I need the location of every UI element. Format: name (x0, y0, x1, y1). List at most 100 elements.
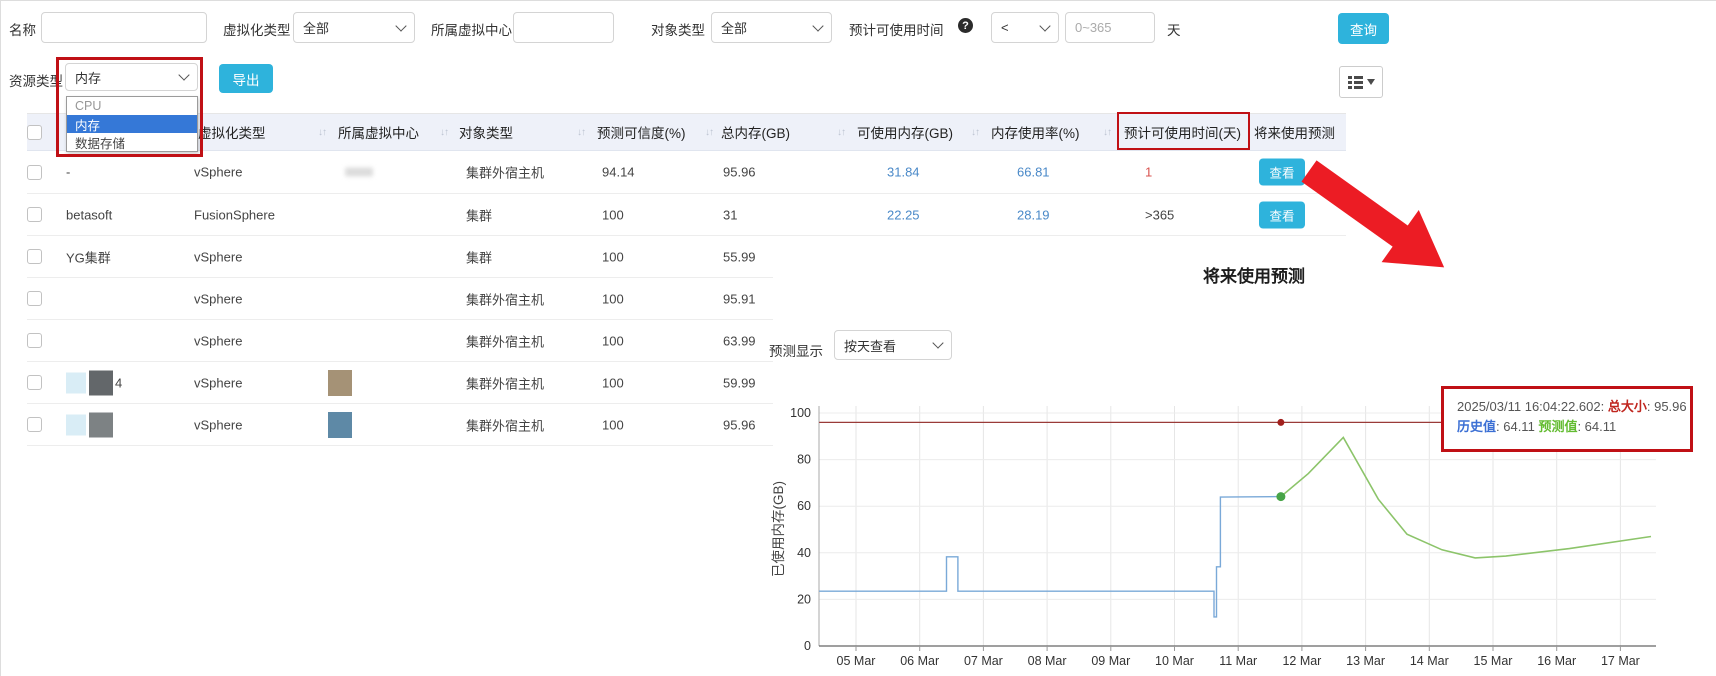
chevron-down-icon (395, 20, 406, 31)
view-prediction-button[interactable]: 查看 (1259, 201, 1305, 228)
table-row: betasoftFusionSphere集群1003122.2528.19>36… (27, 194, 1346, 236)
object-type-cell: 集群外宿主机 (466, 373, 544, 392)
tooltip-predict-label: 预测值 (1538, 419, 1577, 434)
column-header-6[interactable]: 可使用内存(GB)↓↑ (857, 113, 979, 151)
x-tick-label: 07 Mar (964, 654, 1003, 668)
view-prediction-button[interactable]: 查看 (1259, 159, 1305, 186)
days-range-input[interactable]: 0~365 (1065, 12, 1155, 43)
prediction-display-select[interactable]: 按天查看 (834, 330, 952, 360)
y-tick-label: 20 (797, 592, 811, 606)
confidence-cell: 100 (602, 291, 624, 306)
resource-option-数据存储[interactable]: 数据存储 (67, 133, 197, 151)
y-tick-label: 80 (797, 453, 811, 467)
column-header-1[interactable]: 虚拟化类型↓↑ (198, 113, 326, 151)
help-icon[interactable]: ? (958, 18, 973, 33)
sort-icon[interactable]: ↓↑ (304, 127, 326, 138)
select-all-checkbox[interactable] (27, 125, 42, 140)
resource-type-select[interactable]: 内存 (65, 63, 198, 91)
confidence-cell: 100 (602, 249, 624, 264)
total-memory-cell: 59.99 (723, 375, 756, 390)
virtualization-type-select[interactable]: 全部 (293, 12, 415, 43)
row-checkbox[interactable] (27, 417, 42, 432)
row-checkbox[interactable] (27, 165, 42, 180)
days-unit-label: 天 (1167, 19, 1181, 39)
row-checkbox[interactable] (27, 375, 42, 390)
confidence-cell: 100 (602, 375, 624, 390)
usable-time-label: 预计可使用时间 (849, 19, 944, 39)
sort-icon[interactable]: ↓↑ (426, 127, 448, 138)
total-memory-cell: 95.96 (723, 417, 756, 432)
vcenter-filter-label: 所属虚拟中心 (431, 19, 512, 39)
resource-option-内存[interactable]: 内存 (67, 115, 197, 133)
sort-icon[interactable]: ↓↑ (957, 127, 979, 138)
column-header-label: 所属虚拟中心 (338, 122, 419, 142)
page: 名称 虚拟化类型 全部 所属虚拟中心 对象类型 全部 预计可使用时间 ? < 0… (0, 0, 1716, 676)
column-header-7[interactable]: 内存使用率(%) ↓↑ (991, 113, 1111, 151)
available-memory-link[interactable]: 31.84 (887, 165, 920, 180)
y-axis-title: 已使用内存(GB) (770, 481, 786, 577)
chevron-down-icon (1039, 20, 1050, 31)
name-cell: 4 (115, 375, 122, 390)
virtualization-type-cell: vSphere (194, 249, 242, 264)
column-header-3[interactable]: 对象类型 ↓↑ (459, 113, 585, 151)
column-header-5[interactable]: 总内存(GB)↓↑ (721, 113, 845, 151)
query-button[interactable]: 查询 (1338, 13, 1389, 44)
confidence-cell: 94.14 (602, 165, 635, 180)
x-tick-label: 05 Mar (837, 654, 876, 668)
usage-rate-link[interactable]: 66.81 (1017, 165, 1050, 180)
object-type-cell: 集群外宿主机 (466, 331, 544, 350)
resource-type-value: 内存 (75, 68, 101, 87)
redacted-vcenter-smudge (345, 168, 373, 177)
row-checkbox[interactable] (27, 333, 42, 348)
column-header-4[interactable]: 预测可信度(%)↓↑ (597, 113, 713, 151)
x-tick-label: 16 Mar (1537, 654, 1576, 668)
name-cell: betasoft (66, 207, 112, 222)
column-header-label: 对象类型 (459, 122, 513, 142)
row-checkbox[interactable] (27, 207, 42, 222)
x-tick-label: 15 Mar (1474, 654, 1513, 668)
column-header-label: 预计可使用时间(天) (1124, 122, 1241, 142)
column-header-9: 将来使用预测 (1254, 113, 1346, 151)
tooltip-line-1: 2025/03/11 16:04:22.602: 总大小: 95.96 (1457, 397, 1690, 417)
vcenter-filter-input[interactable] (513, 12, 614, 43)
series-历史值 (819, 497, 1281, 617)
export-button[interactable]: 导出 (219, 64, 273, 93)
sort-icon[interactable]: ↓↑ (823, 127, 845, 138)
prediction-display-label: 预测显示 (769, 340, 823, 360)
sort-icon[interactable]: ↓↑ (691, 127, 713, 138)
confidence-cell: 100 (602, 207, 624, 222)
object-type-value: 全部 (721, 18, 747, 37)
object-type-select[interactable]: 全部 (711, 12, 832, 43)
data-point-marker (1277, 419, 1284, 426)
column-header-label: 内存使用率(%) (991, 122, 1080, 142)
total-memory-cell: 63.99 (723, 333, 756, 348)
chevron-down-icon (812, 20, 823, 31)
comparator-select[interactable]: < (991, 12, 1059, 43)
row-checkbox[interactable] (27, 291, 42, 306)
row-checkbox[interactable] (27, 249, 42, 264)
usage-rate-link[interactable]: 28.19 (1017, 207, 1050, 222)
name-cell: YG集群 (66, 247, 111, 266)
resource-option-CPU[interactable]: CPU (67, 97, 197, 115)
virtualization-type-label: 虚拟化类型 (223, 19, 291, 39)
column-header-8[interactable]: 预计可使用时间(天)↓↑ (1124, 113, 1236, 151)
virtualization-type-cell: vSphere (194, 333, 242, 348)
sort-icon[interactable]: ↓↑ (1089, 127, 1111, 138)
prediction-display-value: 按天查看 (844, 336, 896, 355)
x-tick-label: 17 Mar (1601, 654, 1640, 668)
column-list-icon (1348, 76, 1363, 89)
data-point-marker (1276, 492, 1285, 501)
chevron-down-icon (932, 337, 943, 348)
x-tick-label: 08 Mar (1028, 654, 1067, 668)
days-range-placeholder: 0~365 (1075, 20, 1112, 35)
x-tick-label: 12 Mar (1282, 654, 1321, 668)
name-filter-input[interactable] (41, 12, 207, 43)
y-tick-label: 100 (790, 406, 811, 420)
tooltip-history-label: 历史值 (1457, 419, 1496, 434)
available-memory-link[interactable]: 22.25 (887, 207, 920, 222)
y-tick-label: 0 (804, 639, 811, 653)
sort-icon[interactable]: ↓↑ (563, 127, 585, 138)
column-header-2[interactable]: 所属虚拟中心 ↓↑ (338, 113, 448, 151)
column-settings-button[interactable] (1339, 66, 1383, 98)
x-tick-label: 09 Mar (1091, 654, 1130, 668)
